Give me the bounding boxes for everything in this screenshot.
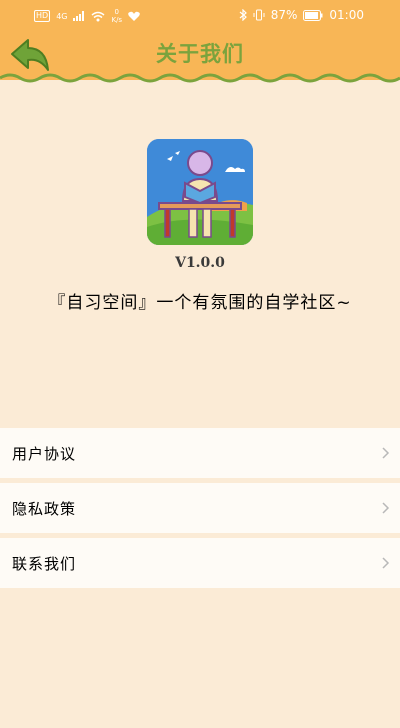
slogan-text: 『自习空间』一个有氛围的自学社区~ <box>48 293 352 313</box>
status-bar: HD 4G 0 K/s 87% 01:00 <box>0 0 400 30</box>
battery-percent: 87% <box>270 8 298 22</box>
bluetooth-icon <box>239 9 247 21</box>
menu-item-label: 隐私政策 <box>12 500 77 518</box>
menu-item-label: 联系我们 <box>12 555 77 573</box>
chevron-right-icon <box>382 447 390 459</box>
signal-icon <box>73 11 85 21</box>
vibrate-icon <box>253 9 265 21</box>
menu-item-user-agreement[interactable]: 用户协议 <box>0 428 400 478</box>
battery-icon <box>303 9 323 21</box>
menu-item-privacy-policy[interactable]: 隐私政策 <box>0 483 400 533</box>
menu-item-label: 用户协议 <box>12 445 77 463</box>
clock: 01:00 <box>329 8 364 22</box>
app-logo <box>147 139 253 245</box>
wifi-icon <box>92 11 105 21</box>
heart-icon <box>128 11 140 21</box>
chevron-right-icon <box>382 557 390 569</box>
page-title: 关于我们 <box>156 42 244 66</box>
menu-item-contact-us[interactable]: 联系我们 <box>0 538 400 588</box>
version-label: V1.0.0 <box>175 255 225 271</box>
net-speed: 0 K/s <box>111 8 123 24</box>
header-wave <box>0 72 400 83</box>
chevron-right-icon <box>382 502 390 514</box>
hd-badge: HD <box>34 10 51 22</box>
signal-label: 4G <box>56 11 68 21</box>
